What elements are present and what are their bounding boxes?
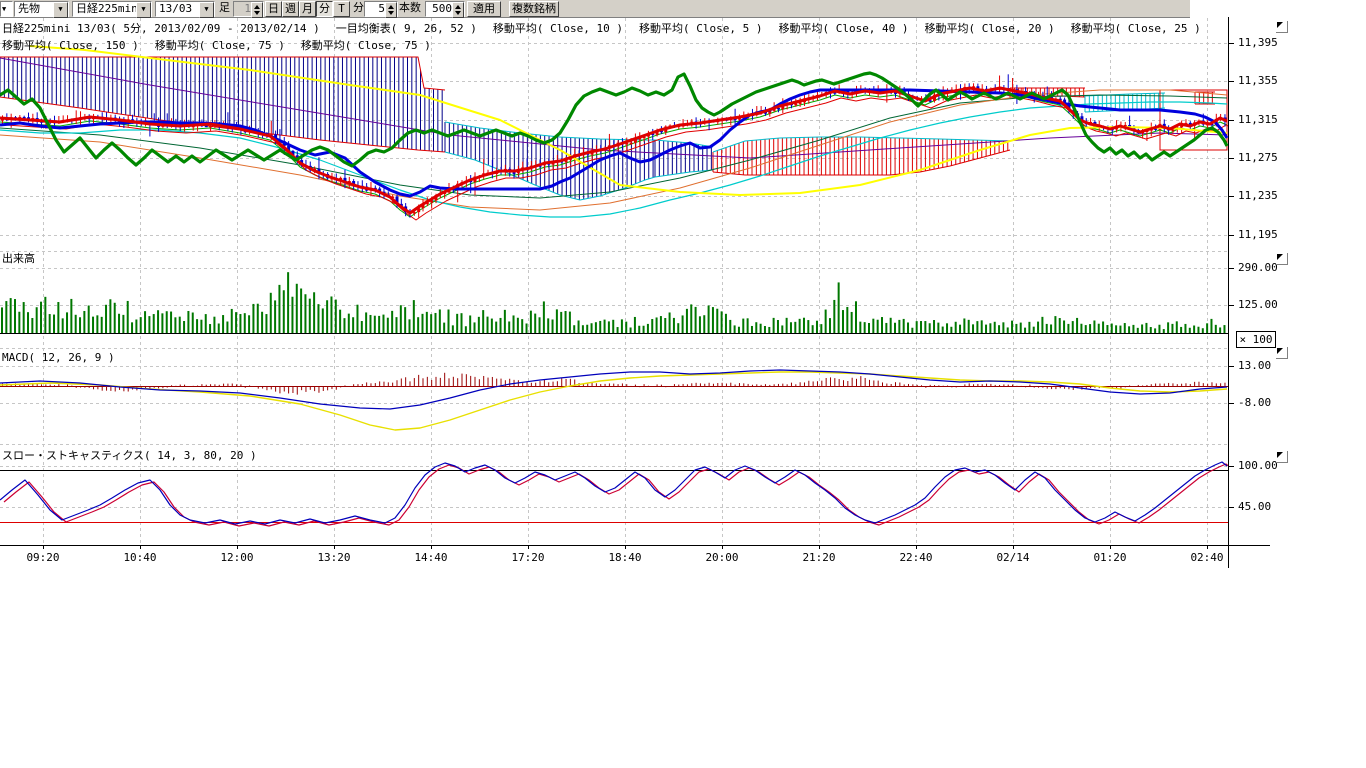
scale-adjust-icon[interactable] [1276,253,1288,265]
legend-item: 移動平均( Close, 25 ) [1071,20,1201,36]
legend-item: 一目均衡表( 9, 26, 52 ) [336,20,477,36]
legend-item: 移動平均( Close, 40 ) [778,20,908,36]
scale-adjust-icon[interactable] [1276,21,1288,33]
legend-item: 移動平均( Close, 10 ) [493,20,623,36]
x-axis-tick-label: 02/14 [991,551,1035,564]
x-axis-tick-label: 21:20 [797,551,841,564]
legend-item: 移動平均( Close, 75 ) [155,37,285,53]
chart-application-window: ▼ 先物 ▼ 日経225mini ▼ 13/03 ▼ 足 1 日 週 月 分 T… [0,0,1366,768]
y-axis-tick-label: 125.00 [1238,298,1278,311]
y-axis-tick-label: 11,195 [1238,228,1278,241]
x-axis-tick-label: 18:40 [603,551,647,564]
legend-row-1: 日経225mini 13/03( 5分, 2013/02/09 - 2013/0… [2,20,1201,36]
y-axis-tick-label: 100.00 [1238,459,1278,472]
x-axis-tick-label: 02:40 [1185,551,1229,564]
stoch-panel-label: スロー・ストキャスティクス( 14, 3, 80, 20 ) [2,447,257,463]
x-axis-tick-label: 10:40 [118,551,162,564]
scale-adjust-icon[interactable] [1276,347,1288,359]
scale-adjust-icon[interactable] [1276,451,1288,463]
y-axis-tick-label: 11,275 [1238,151,1278,164]
macd-panel-label: MACD( 12, 26, 9 ) [2,351,115,364]
legend-row-2: 移動平均( Close, 150 ) 移動平均( Close, 75 ) 移動平均(… [2,37,431,53]
legend-item: 移動平均( Close, 5 ) [639,20,762,36]
y-axis-tick-label: 11,235 [1238,189,1278,202]
legend-item: 移動平均( Close, 150 ) [2,37,139,53]
legend-item: 移動平均( Close, 20 ) [925,20,1055,36]
y-axis-tick-label: 11,315 [1238,113,1278,126]
volume-multiplier-badge: × 100 [1236,331,1276,348]
y-axis-tick-label: 45.00 [1238,500,1271,513]
y-axis-tick-label: 290.00 [1238,261,1278,274]
legend-item: 移動平均( Close, 75 ) [301,37,431,53]
x-axis-tick-label: 17:20 [506,551,550,564]
chart-canvas[interactable] [0,0,1366,768]
y-axis-tick-label: 11,355 [1238,74,1278,87]
x-axis-tick-label: 14:40 [409,551,453,564]
x-axis-tick-label: 22:40 [894,551,938,564]
x-axis-tick-label: 09:20 [21,551,65,564]
y-axis-tick-label: 11,395 [1238,36,1278,49]
y-axis-tick-label: -8.00 [1238,396,1271,409]
x-axis-tick-label: 13:20 [312,551,356,564]
x-axis-tick-label: 01:20 [1088,551,1132,564]
y-axis-tick-label: 13.00 [1238,359,1271,372]
x-axis-tick-label: 20:00 [700,551,744,564]
x-axis-tick-label: 12:00 [215,551,259,564]
legend-item: 日経225mini 13/03( 5分, 2013/02/09 - 2013/0… [2,20,320,36]
volume-panel-label: 出来高 [2,250,35,266]
